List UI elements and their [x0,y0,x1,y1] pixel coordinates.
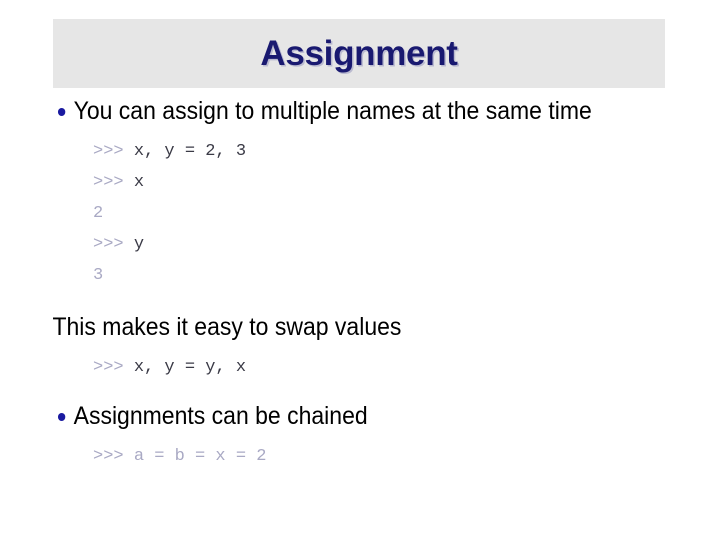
page-title: Assignment [260,34,458,73]
code-block-3: >>> a = b = x = 2 [0,441,720,472]
code-source: x [133,173,145,192]
code-prompt: >>> [93,358,134,377]
text-line-2: This makes it easy to swap values [0,312,662,343]
slide-content: You can assign to multiple names at the … [0,96,720,472]
bullet-item-1: You can assign to multiple names at the … [0,96,662,127]
bullet-dot-icon [57,413,66,421]
code-block-2: >>> x, y = y, x [0,352,720,383]
text-line-2-label: This makes it easy to swap values [52,313,402,341]
bullet-item-3: Assignments can be chained [0,401,662,432]
code-line: >>> x [0,167,720,198]
slide: Assignment You can assign to multiple na… [0,0,720,540]
code-prompt: >>> [93,235,134,254]
code-source: x, y = y, x [133,358,247,377]
code-line: >>> y [0,229,720,260]
bullet-item-3-label: Assignments can be chained [73,402,368,430]
bullet-dot-icon [57,108,66,116]
title-band: Assignment [53,19,665,88]
code-line: >>> a = b = x = 2 [0,441,720,472]
code-line: >>> x, y = 2, 3 [0,136,720,167]
code-prompt: >>> [93,142,134,161]
code-output-line: 3 [0,260,720,291]
code-line: >>> x, y = y, x [0,352,720,383]
code-source: y [133,235,145,254]
code-output: 3 [93,266,104,285]
code-output-line: 2 [0,198,720,229]
code-source: x, y = 2, 3 [133,142,247,161]
bullet-item-1-label: You can assign to multiple names at the … [73,97,592,125]
code-block-1: >>> x, y = 2, 3 >>> x 2 >>> y 3 [0,136,720,291]
code-prompt: >>> [93,447,134,466]
code-output: 2 [93,204,104,223]
code-prompt: >>> [93,173,134,192]
code-source: a = b = x = 2 [133,447,267,466]
